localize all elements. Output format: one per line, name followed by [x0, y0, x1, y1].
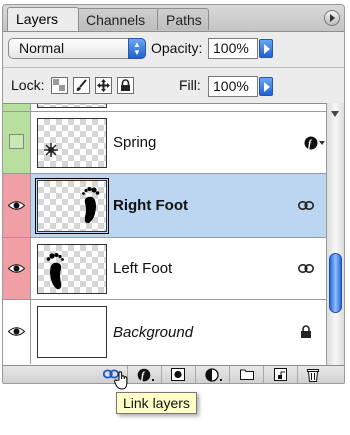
layer-row[interactable]: Left Foot [3, 238, 326, 300]
footprint-icon [46, 253, 64, 290]
tab-paths[interactable]: Paths [157, 8, 209, 30]
divider [161, 366, 162, 383]
lock-position-button[interactable] [95, 77, 112, 94]
layer-color-tag [3, 104, 31, 111]
lock-icon [301, 325, 311, 338]
lock-image-button[interactable] [73, 77, 90, 94]
divider [297, 366, 298, 383]
divider [229, 366, 230, 383]
divider [195, 366, 196, 383]
tab-channels[interactable]: Channels [77, 8, 161, 30]
layer-name: Spring [113, 134, 157, 151]
layer-color-tag [3, 238, 31, 299]
lock-fill-row: Lock: Fill: 100% [3, 71, 344, 101]
new-layer-button[interactable] [267, 367, 295, 383]
layer-color-tag [3, 112, 31, 173]
layer-style-button[interactable]: f [130, 367, 158, 383]
chevron-updown-icon: ▲ ▼ [128, 38, 146, 59]
layer-row-selected[interactable]: Right Foot [3, 174, 326, 238]
scroll-up-icon[interactable] [331, 111, 339, 117]
opacity-slider-button[interactable] [259, 39, 273, 58]
layer-name: Background [113, 324, 194, 341]
blend-mode-select[interactable]: Normal ▲ ▼ [8, 38, 146, 59]
footprint-icon [82, 187, 100, 224]
panel-menu-button[interactable] [324, 10, 340, 26]
layer-thumbnail [37, 244, 107, 294]
layer-effects-icon[interactable]: f [304, 136, 326, 150]
hand-cursor-icon [114, 371, 128, 390]
layer-thumbnail [37, 118, 107, 168]
eye-icon[interactable] [8, 200, 25, 211]
opacity-field[interactable]: 100% [208, 38, 258, 59]
link-icon [298, 201, 314, 210]
blend-opacity-row: Normal ▲ ▼ Opacity: 100% [3, 35, 344, 63]
layer-name: Left Foot [113, 260, 173, 277]
layer-color-tag [3, 174, 31, 237]
checker-icon [53, 79, 65, 91]
new-group-button[interactable] [233, 367, 261, 383]
fill-field[interactable]: 100% [208, 76, 258, 97]
lock-icon [121, 79, 130, 91]
layer-row[interactable]: Spring f [3, 112, 326, 174]
lock-label: Lock: [11, 77, 45, 93]
brush-icon [76, 79, 87, 91]
trash-icon [307, 369, 319, 382]
scrollbar[interactable] [326, 103, 344, 365]
divider [263, 366, 264, 383]
tab-strip: Channels Paths Layers [3, 5, 344, 32]
new-layer-icon [274, 368, 287, 381]
layer-row[interactable]: Background [3, 300, 326, 364]
visibility-toggle[interactable] [9, 134, 24, 149]
layer-thumbnail [35, 178, 109, 234]
adjustment-layer-button[interactable] [198, 367, 226, 383]
move-icon [97, 79, 110, 92]
eye-icon[interactable] [8, 263, 25, 274]
delete-layer-button[interactable] [300, 367, 328, 383]
add-mask-button[interactable] [164, 367, 192, 383]
fill-label: Fill: [179, 77, 201, 93]
lock-all-button[interactable] [117, 77, 134, 94]
blend-mode-value: Normal [19, 40, 65, 56]
layer-list: Spring f Right Foot Left Foot Background [3, 103, 326, 366]
fill-slider-button[interactable] [259, 77, 273, 96]
scroll-thumb[interactable] [329, 253, 342, 313]
divider [3, 67, 344, 68]
folder-icon [240, 369, 254, 380]
layers-panel: Channels Paths Layers Normal ▲ ▼ Opacity:… [2, 4, 345, 384]
half-circle-icon [205, 368, 222, 382]
layer-effects-icon: f [137, 368, 154, 382]
flower-icon [44, 143, 58, 157]
tab-layers[interactable]: Layers [7, 7, 79, 31]
layer-thumbnail [37, 306, 107, 358]
opacity-label: Opacity: [151, 40, 203, 56]
layers-toolbar: f [3, 365, 344, 383]
eye-icon[interactable] [8, 326, 25, 337]
mask-icon [171, 368, 185, 381]
tooltip: Link layers [116, 392, 197, 414]
layer-color-tag [3, 300, 31, 364]
link-icon [298, 264, 314, 273]
layer-name: Right Foot [113, 197, 188, 214]
lock-transparency-button[interactable] [51, 77, 68, 94]
layer-row[interactable] [3, 104, 326, 112]
layer-thumbnail [37, 104, 107, 108]
